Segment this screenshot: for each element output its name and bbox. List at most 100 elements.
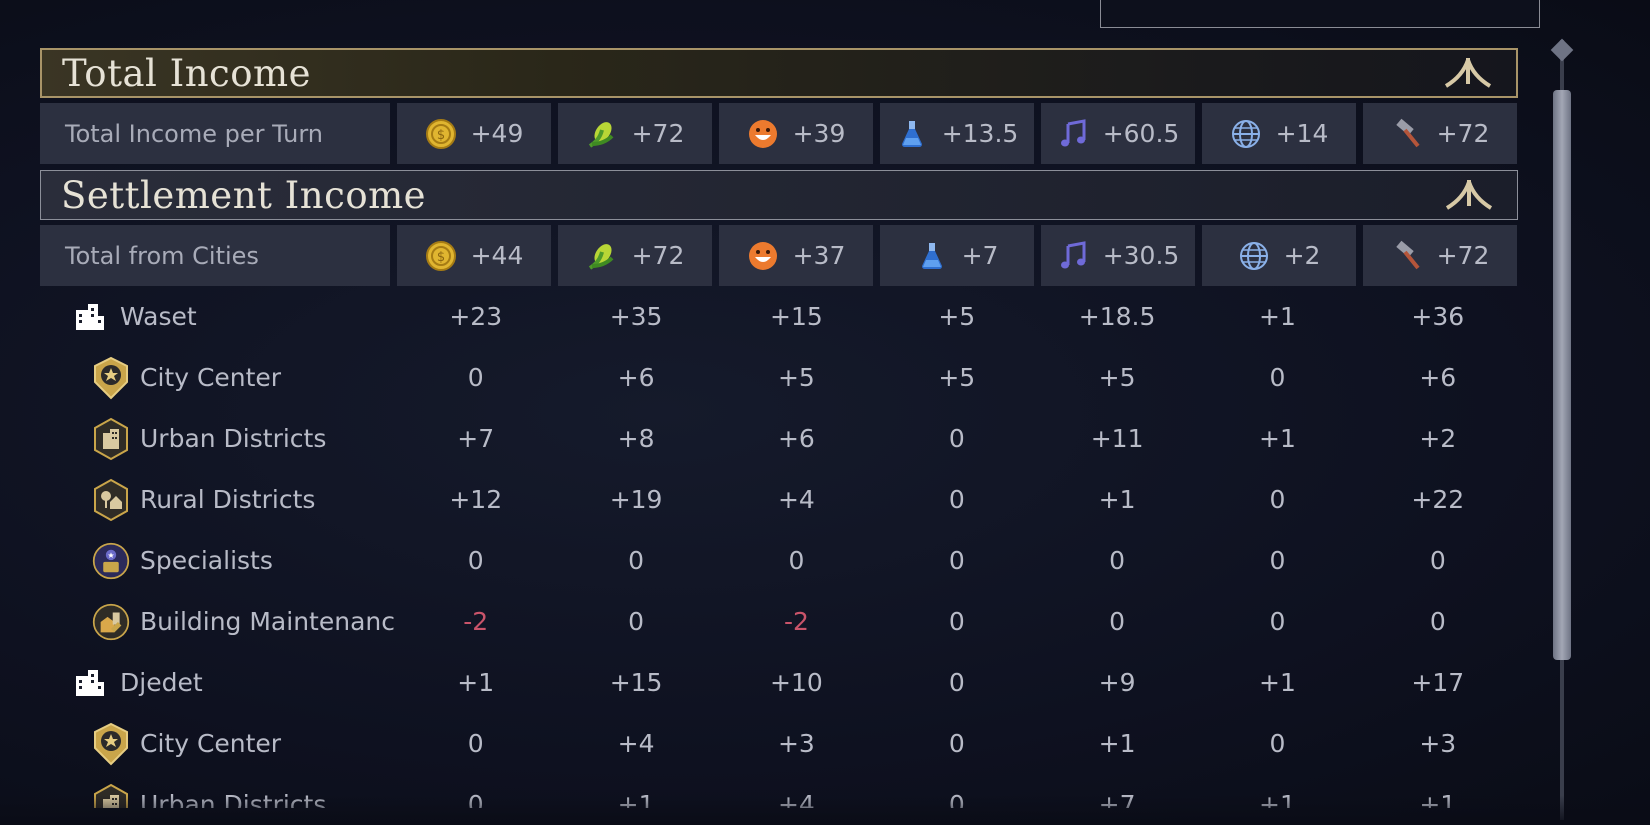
total-income-value: +49	[470, 119, 524, 148]
row-value: +4	[777, 485, 815, 514]
row-value: +15	[609, 668, 663, 697]
building-maintenance-icon	[92, 600, 130, 644]
total-income-value: +14	[1275, 119, 1329, 148]
total-from-cities-cell-influence-globe: +2	[1202, 225, 1356, 286]
total-income-cell-influence-globe: +14	[1202, 103, 1356, 164]
total-from-cities-value: +7	[961, 241, 999, 270]
science-flask-icon	[896, 118, 928, 150]
row-value: 0	[788, 546, 805, 575]
row-label: Urban Districts	[40, 408, 396, 469]
total-from-cities-value: +37	[792, 241, 846, 270]
row-value: 0	[948, 729, 965, 758]
influence-globe-icon	[1238, 240, 1270, 272]
settlement-income-header[interactable]: Settlement Income	[40, 170, 1518, 220]
scrollbar-thumb[interactable]	[1553, 90, 1571, 660]
row-value: 0	[1269, 546, 1286, 575]
row-value: 0	[948, 607, 965, 636]
total-from-cities-value: +2	[1283, 241, 1321, 270]
total-income-row: Total Income per Turn $ +49 +72 +39 +13.5 +60…	[40, 103, 1518, 164]
city-icon	[72, 666, 106, 700]
row-value: +17	[1411, 668, 1465, 697]
row-value: +15	[770, 302, 823, 331]
row-label: Rural Districts	[40, 469, 396, 530]
district-row: Specialists 0 0 0 0 0 0 0	[40, 530, 1518, 591]
row-value: -2	[783, 607, 809, 636]
svg-text:$: $	[436, 128, 444, 143]
total-income-cell-culture-music: +60.5	[1041, 103, 1195, 164]
culture-music-icon	[1057, 118, 1089, 150]
row-value: 0	[628, 607, 645, 636]
total-from-cities-value: +30.5	[1102, 241, 1180, 270]
row-value: +18.5	[1078, 302, 1156, 331]
row-value: +23	[449, 302, 503, 331]
total-from-cities-label: Total from Cities	[40, 225, 390, 286]
row-value: +7	[457, 424, 495, 453]
total-from-cities-cell-production-hammer: +72	[1363, 225, 1517, 286]
district-row: Rural Districts +12 +19 +4 0 +1 0 +22	[40, 469, 1518, 530]
influence-globe-icon	[1230, 118, 1262, 150]
total-income-title: Total Income	[62, 51, 312, 95]
row-value: +12	[449, 485, 503, 514]
row-value: +35	[609, 302, 663, 331]
culture-music-icon	[1057, 240, 1089, 272]
total-from-cities-cell-culture-music: +30.5	[1041, 225, 1195, 286]
row-value: 0	[467, 729, 484, 758]
row-value: 0	[948, 668, 965, 697]
row-value: +11	[1090, 424, 1144, 453]
row-value: +2	[1419, 424, 1457, 453]
city-row[interactable]: Djedet +1 +15 +10 0 +9 +1 +17	[40, 652, 1518, 713]
row-label-text: Djedet	[120, 668, 203, 697]
collapse-chevron-icon[interactable]	[1444, 54, 1492, 92]
total-income-header[interactable]: Total Income	[40, 48, 1518, 98]
production-hammer-icon	[1391, 118, 1423, 150]
top-dropdown-box[interactable]	[1100, 0, 1540, 28]
district-row: City Center 0 +4 +3 0 +1 0 +3	[40, 713, 1518, 774]
total-income-cell-gold-coin: $ +49	[397, 103, 551, 164]
row-label: Building Maintenanc	[40, 591, 396, 652]
row-value: +1	[1098, 485, 1136, 514]
row-label-text: Waset	[120, 302, 197, 331]
collapse-chevron-icon[interactable]	[1445, 176, 1493, 214]
row-value: +22	[1411, 485, 1465, 514]
row-value: +1	[1259, 668, 1296, 697]
gold-coin-icon: $	[425, 118, 457, 150]
row-value: +8	[617, 424, 655, 453]
total-income-cell-food-corn: +72	[558, 103, 712, 164]
city-row[interactable]: Waset +23 +35 +15 +5 +18.5 +1 +36	[40, 286, 1518, 347]
row-label: Djedet	[40, 652, 396, 713]
food-corn-icon	[586, 118, 618, 150]
total-income-cell-happiness-face: +39	[719, 103, 873, 164]
row-value: 0	[1269, 729, 1286, 758]
total-income-value: +39	[792, 119, 846, 148]
settlement-income-title: Settlement Income	[61, 173, 427, 217]
happiness-face-icon	[747, 240, 779, 272]
district-row: Building Maintenanc -2 0 -2 0 0 0 0	[40, 591, 1518, 652]
row-value: +1	[1098, 729, 1136, 758]
row-value: 0	[1109, 546, 1126, 575]
row-label-text: City Center	[140, 363, 282, 392]
row-value: +3	[777, 729, 815, 758]
row-value: +5	[938, 302, 976, 331]
total-income-value: +72	[1436, 119, 1490, 148]
row-label-text: Building Maintenanc	[140, 607, 395, 636]
total-from-cities-cell-happiness-face: +37	[719, 225, 873, 286]
svg-text:$: $	[436, 250, 444, 265]
row-value: 0	[1269, 363, 1286, 392]
row-value: -2	[463, 607, 489, 636]
row-value: +10	[770, 668, 823, 697]
city-center-icon	[92, 722, 130, 766]
food-corn-icon	[586, 240, 618, 272]
district-row: City Center 0 +6 +5 +5 +5 0 +6	[40, 347, 1518, 408]
income-panel: Total Income Total Income per Turn $ +49 +…	[40, 48, 1518, 808]
row-value: +5	[1098, 363, 1136, 392]
row-value: +36	[1411, 302, 1465, 331]
total-from-cities-value: +44	[470, 241, 524, 270]
row-value: 0	[1109, 607, 1126, 636]
total-from-cities-cell-science-flask: +7	[880, 225, 1034, 286]
row-value: 0	[1429, 546, 1446, 575]
scrollbar[interactable]	[1550, 38, 1574, 820]
row-label-text: Rural Districts	[140, 485, 316, 514]
total-from-cities-cell-food-corn: +72	[558, 225, 712, 286]
scrollbar-top-ornament	[1550, 38, 1574, 62]
bottom-fade	[0, 795, 1650, 825]
